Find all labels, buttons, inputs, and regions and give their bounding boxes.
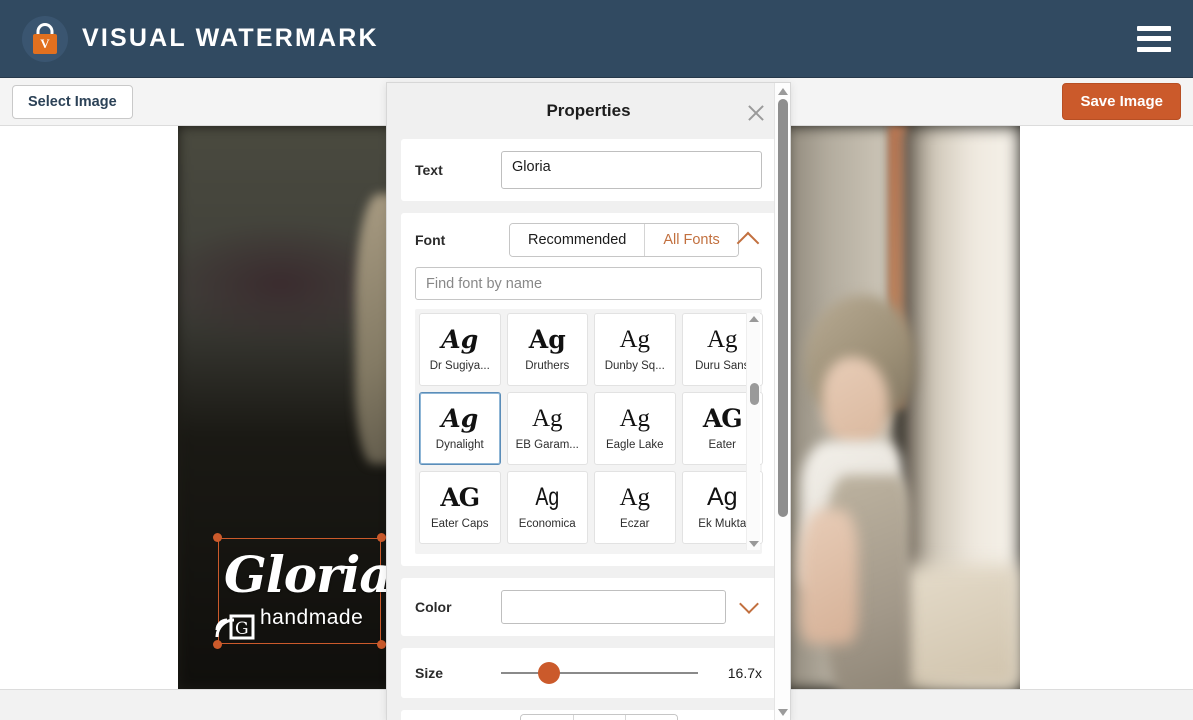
close-icon[interactable] (746, 103, 766, 123)
font-label: Font (415, 232, 446, 248)
size-label: Size (415, 665, 444, 681)
font-search-input[interactable]: Find font by name (415, 267, 762, 300)
font-tile-sample: Ag (619, 405, 651, 432)
font-tile-sample: AG (702, 404, 743, 433)
alignment-segmented-control[interactable] (519, 714, 678, 720)
watermark-sub-text: handmade (260, 606, 364, 629)
segment-option-2[interactable] (572, 715, 625, 720)
font-tile-sample: AG (440, 483, 480, 512)
segment-option-1[interactable] (520, 715, 573, 720)
font-tile[interactable]: Ag Eczar (594, 471, 676, 544)
watermark-object[interactable]: Gloria handmade G (213, 533, 392, 649)
font-grid-container: Ag Dr Sugiya... Ag Druthers Ag Dunby Sq... Ag D… (415, 309, 763, 554)
font-tile-name: Eater Caps (430, 518, 489, 530)
font-tile[interactable]: Ag Dynalight (419, 392, 501, 465)
font-tile-name: Dunby Sq... (604, 360, 665, 372)
font-tile-sample: Ag (706, 326, 738, 353)
resize-handle-bottom-right[interactable] (377, 640, 386, 649)
size-slider-thumb[interactable] (538, 662, 561, 684)
text-property-row: Text Gloria (401, 139, 776, 201)
properties-panel-body: Text Gloria Font Recommended All Fonts F… (387, 139, 790, 720)
watermark-logo-icon: G (215, 614, 255, 640)
hamburger-bar (1137, 36, 1171, 41)
size-property-row: Size 16.7x (401, 648, 776, 698)
scroll-up-arrow-icon[interactable] (749, 316, 759, 322)
watermark-text-input[interactable]: Gloria (501, 151, 762, 189)
font-tile-name: EB Garam... (515, 439, 579, 451)
font-tile-name: Eater (708, 439, 737, 451)
watermark-script-text: Gloria (224, 545, 392, 604)
save-image-button[interactable]: Save Image (1062, 83, 1181, 120)
resize-handle-top-right[interactable] (377, 533, 386, 542)
next-property-row-partial (401, 710, 776, 720)
app-header: V VISUAL WATERMARK (0, 0, 1193, 78)
scroll-down-arrow-icon[interactable] (749, 541, 759, 547)
font-tile-sample: Ag (706, 483, 738, 511)
panel-scroll-up-arrow-icon[interactable] (778, 88, 788, 95)
brand-logo[interactable]: V VISUAL WATERMARK (22, 15, 379, 62)
font-tile[interactable]: Ag Economica (506, 471, 588, 544)
font-tile[interactable]: Ag EB Garam... (506, 392, 588, 465)
properties-panel-header: Properties (387, 83, 790, 139)
font-tile[interactable]: Ag Druthers (506, 313, 588, 386)
app-root: V VISUAL WATERMARK Select Image Save Ima… (0, 0, 1193, 720)
properties-panel: Properties Text Gloria Font Recommended … (386, 82, 791, 720)
font-tile-name: Eagle Lake (605, 439, 664, 451)
font-tile[interactable]: Ag Dunby Sq... (594, 313, 676, 386)
color-property-row: Color (401, 578, 776, 636)
font-tile-sample: Ag (528, 325, 566, 354)
font-tile-name: Eczar (620, 518, 650, 530)
hamburger-bar (1137, 46, 1171, 52)
panel-scroll-thumb[interactable] (778, 99, 788, 517)
segment-option-3[interactable] (624, 715, 677, 720)
photo-layer-person-arm (799, 508, 859, 644)
font-tile-name: Ek Mukta (698, 518, 747, 530)
padlock-body-letter: V (33, 33, 57, 54)
svg-text:G: G (235, 619, 249, 639)
font-tile-sample: Ag (619, 326, 651, 353)
font-grid-scrollbar[interactable] (746, 313, 760, 550)
font-search-placeholder: Find font by name (426, 275, 543, 292)
font-tile-name: Druthers (525, 360, 570, 372)
font-tile[interactable]: Ag Dr Sugiya... (419, 313, 501, 386)
font-tile-name: Duru Sans (695, 360, 750, 372)
color-label: Color (415, 599, 452, 615)
font-tile[interactable]: AG Eater Caps (419, 471, 501, 544)
hamburger-menu-icon[interactable] (1137, 25, 1171, 52)
font-grid: Ag Dr Sugiya... Ag Druthers Ag Dunby Sq... Ag D… (419, 313, 763, 544)
font-tile[interactable]: Ag Eagle Lake (594, 392, 676, 465)
properties-panel-scrollbar[interactable] (774, 83, 790, 720)
font-tile-name: Dr Sugiya... (429, 360, 490, 372)
font-property-section: Font Recommended All Fonts Find font by … (401, 213, 776, 566)
font-tile-sample: Ag (441, 404, 479, 433)
panel-scroll-down-arrow-icon[interactable] (778, 709, 788, 716)
font-tile-name: Economica (518, 518, 576, 530)
padlock-icon: V (22, 15, 68, 62)
font-tile-sample: Ag (531, 405, 563, 432)
chevron-down-icon[interactable] (739, 594, 759, 614)
text-label: Text (415, 162, 443, 178)
brand-title: VISUAL WATERMARK (82, 24, 379, 52)
hamburger-bar (1137, 25, 1171, 31)
select-image-button[interactable]: Select Image (12, 84, 133, 119)
size-slider-track[interactable] (501, 672, 698, 674)
size-value-label: 16.7x (727, 665, 762, 681)
panel-title: Properties (546, 101, 631, 120)
size-slider[interactable] (501, 660, 698, 686)
resize-handle-top-left[interactable] (213, 533, 222, 542)
font-tile-sample: Ag (535, 483, 560, 511)
font-grid-scroll-thumb[interactable] (750, 383, 759, 405)
font-tile-sample: Ag (441, 325, 479, 354)
font-tile-name: Dynalight (435, 439, 484, 451)
tab-all-fonts[interactable]: All Fonts (644, 224, 738, 256)
font-tile-sample: Ag (619, 484, 651, 511)
chevron-up-icon[interactable] (736, 231, 760, 255)
tab-recommended-fonts[interactable]: Recommended (510, 224, 645, 256)
color-swatch-input[interactable] (501, 590, 726, 624)
font-header-row: Font Recommended All Fonts (415, 223, 762, 257)
font-source-tabs: Recommended All Fonts (509, 223, 739, 257)
